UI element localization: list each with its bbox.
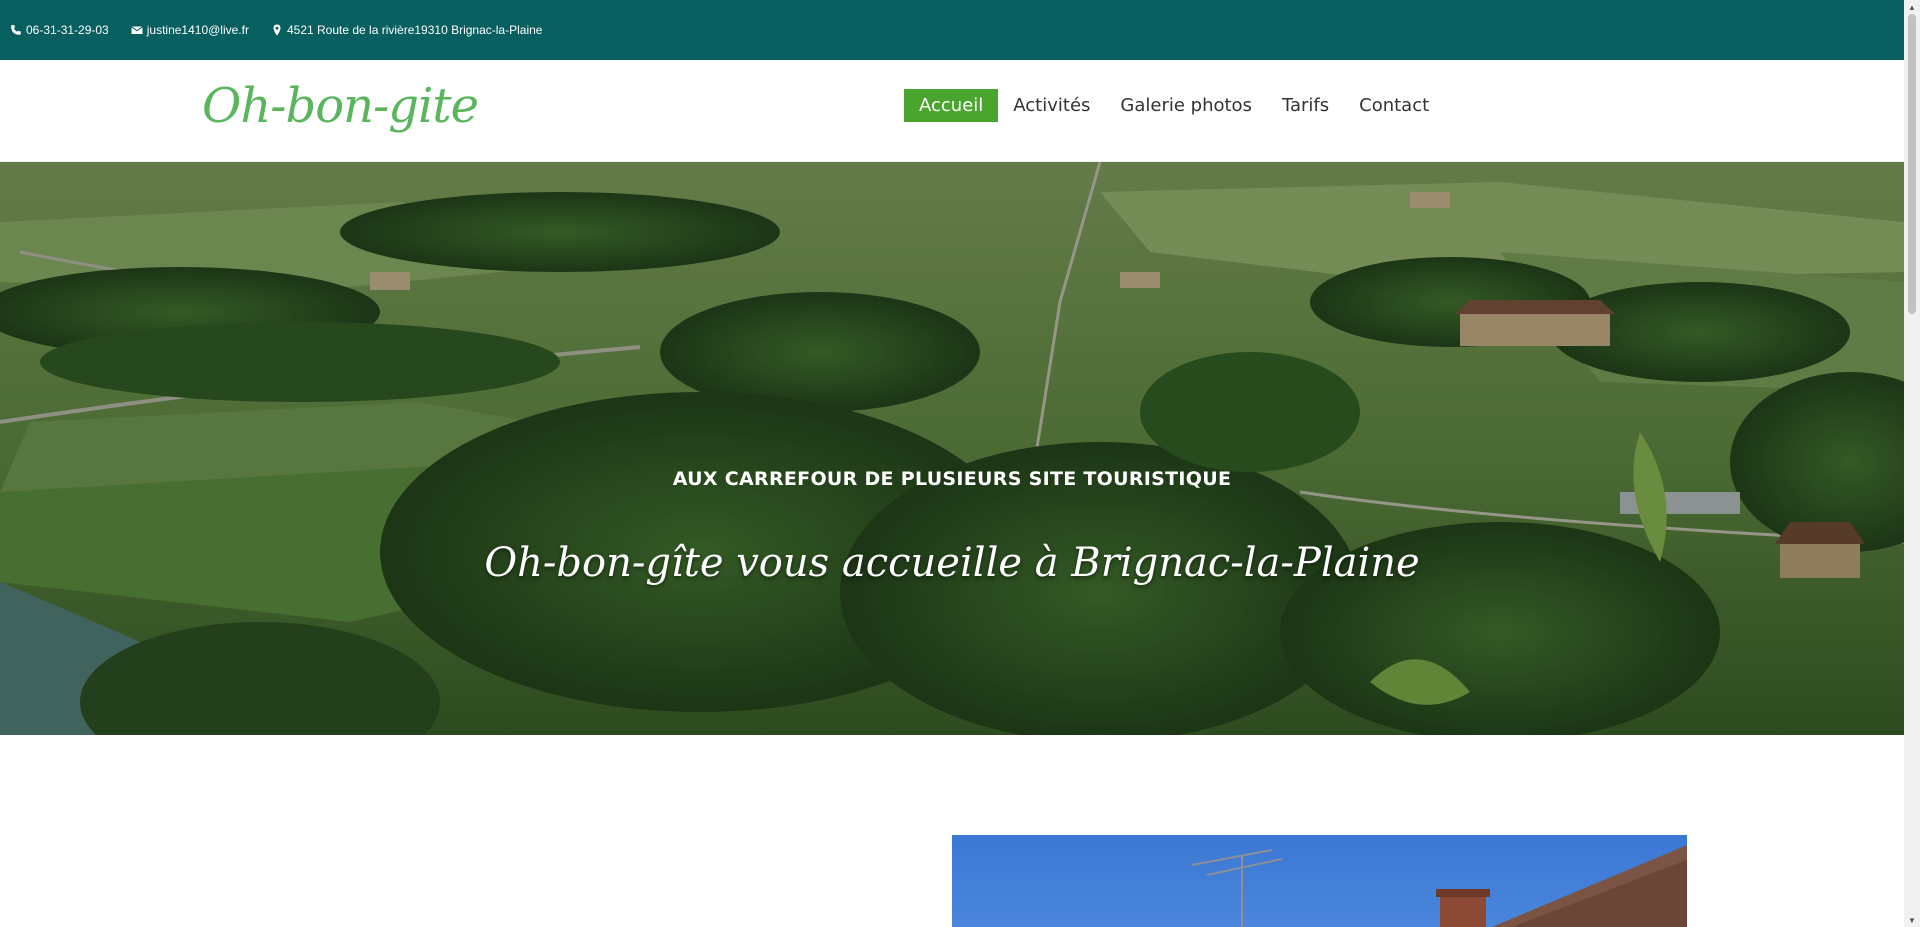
contact-bar: 06-31-31-29-03 justine1410@live.fr 4521 … [0,0,1904,60]
page-scrollbar[interactable]: ▲ ▼ [1904,0,1920,927]
nav-tarifs[interactable]: Tarifs [1267,89,1344,122]
nav-accueil[interactable]: Accueil [904,89,999,122]
hero-subtitle: AUX CARREFOUR DE PLUSIEURS SITE TOURISTI… [672,468,1232,490]
site-header: Oh-bon-gite Accueil Activités Galerie ph… [0,60,1904,162]
contact-address: 4521 Route de la rivière19310 Brignac-la… [271,23,543,37]
scroll-thumb[interactable] [1908,14,1916,314]
map-marker-icon [271,24,283,36]
contact-email[interactable]: justine1410@live.fr [130,23,249,37]
hero-title: Oh-bon-gîte vous accueille à Brignac-la-… [484,540,1420,586]
house-photo [952,835,1687,927]
nav-galerie-photos[interactable]: Galerie photos [1105,89,1267,122]
envelope-icon [130,24,143,36]
main-nav: Accueil Activités Galerie photos Tarifs … [904,89,1444,122]
phone-icon [10,24,22,36]
scroll-down-icon[interactable]: ▼ [1904,913,1920,927]
contact-phone[interactable]: 06-31-31-29-03 [10,23,109,37]
site-logo[interactable]: Oh-bon-gite [202,78,479,134]
scroll-up-icon[interactable]: ▲ [1904,0,1920,14]
nav-activites[interactable]: Activités [998,89,1105,122]
nav-contact[interactable]: Contact [1344,89,1444,122]
contact-email-text: justine1410@live.fr [146,23,249,37]
hero-overlay [0,162,1904,735]
contact-address-text: 4521 Route de la rivière19310 Brignac-la… [286,23,543,37]
content-section [0,735,1904,927]
contact-phone-text: 06-31-31-29-03 [26,23,109,37]
hero-banner: AUX CARREFOUR DE PLUSIEURS SITE TOURISTI… [0,162,1904,735]
